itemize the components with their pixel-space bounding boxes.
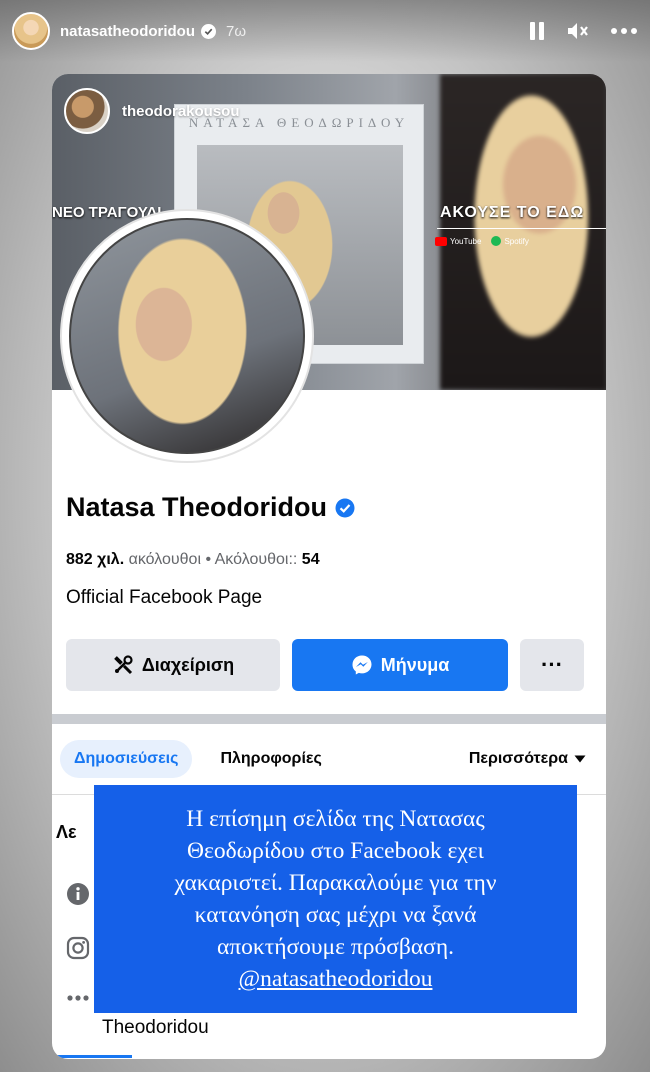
messenger-icon (352, 655, 372, 675)
caption-text: Η επίσημη σελίδα της Νατασας Θεοδωρίδου … (175, 803, 497, 995)
story-source-poster[interactable]: theodorakousou (64, 88, 240, 134)
story-caption: Η επίσημη σελίδα της Νατασας Θεοδωρίδου … (94, 785, 577, 1013)
page-description: Official Facebook Page (66, 587, 263, 608)
cover-right-text: ΑΚΟΥΣΕ ΤΟ ΕΔΩ (440, 204, 585, 221)
instagram-icon (66, 936, 90, 960)
verified-icon (201, 23, 217, 39)
poster-avatar[interactable] (64, 88, 110, 134)
youtube-link: YouTube (435, 236, 481, 246)
page-tabs: Δημοσιεύσεις Πληροφορίες Περισσότερα (52, 734, 606, 784)
ellipsis-icon (66, 994, 90, 1002)
verified-badge-icon (335, 498, 355, 518)
story-controls (528, 21, 638, 41)
cover-links: YouTube Spotify (435, 236, 529, 246)
spotify-link: Spotify (491, 236, 529, 246)
youtube-icon (435, 236, 447, 246)
message-button[interactable]: Μήνυμα (292, 639, 508, 691)
message-button-label: Μήνυμα (380, 654, 450, 675)
section-divider (52, 714, 606, 724)
stats-separator: • (205, 551, 215, 568)
story-time: 7ω (226, 22, 247, 40)
intro-heading: Λε (56, 822, 77, 842)
page-name-row: Natasa Theodoridou (66, 492, 355, 523)
caption-line: Θεοδωρίδου στο Facebook εχει (187, 838, 484, 864)
manage-button[interactable]: Διαχείριση (66, 639, 280, 691)
story-avatar[interactable] (12, 12, 50, 50)
tab-more[interactable]: Περισσότερα (455, 740, 600, 778)
caption-line: κατανόηση σας μέχρι να ξανά (194, 902, 477, 928)
caret-down-icon (574, 755, 586, 763)
info-icon (66, 882, 90, 906)
followers-label[interactable]: ακόλουθοι (129, 551, 201, 568)
spotify-icon (491, 236, 502, 246)
profile-picture[interactable] (69, 218, 305, 454)
cover-portrait (440, 74, 606, 390)
following-count[interactable]: 54 (302, 551, 320, 568)
more-options-button[interactable]: ··· (520, 639, 584, 691)
page-stats: 882 χιλ. ακόλουθοι • Ακόλουθοι:: 54 (66, 551, 320, 569)
action-buttons: Διαχείριση Μήνυμα ··· (66, 639, 584, 691)
page-title: Natasa Theodoridou (66, 492, 328, 522)
caption-mention-link[interactable]: @natasatheodoridou (175, 963, 497, 995)
story-username[interactable]: natasatheodoridou (60, 23, 195, 40)
following-label[interactable]: Ακόλουθοι:: (215, 551, 298, 568)
tab-about[interactable]: Πληροφορίες (206, 740, 335, 778)
manage-button-label: Διαχείριση (141, 654, 235, 675)
profile-picture-frame[interactable] (60, 209, 314, 463)
caption-line: αποκτήσουμε πρόσβαση. (216, 934, 454, 960)
tab-more-label: Περισσότερα (468, 750, 568, 767)
active-underline (52, 1055, 132, 1058)
story-header: natasatheodoridou 7ω (0, 0, 650, 62)
followers-count[interactable]: 882 χιλ. (66, 551, 124, 568)
tab-posts[interactable]: Δημοσιεύσεις (60, 740, 193, 778)
mute-icon[interactable] (566, 21, 590, 41)
more-icon[interactable] (610, 27, 638, 35)
manage-icon (113, 655, 133, 675)
bottom-page-name: Theodoridou (102, 1017, 209, 1038)
caption-line: χακαριστεί. Παρακαλούμε για την (174, 870, 497, 896)
caption-line: Η επίσημη σελίδα της Νατασας (186, 806, 485, 832)
cover-divider (437, 228, 606, 229)
pause-icon[interactable] (528, 21, 546, 41)
poster-name[interactable]: theodorakousou (122, 103, 240, 120)
